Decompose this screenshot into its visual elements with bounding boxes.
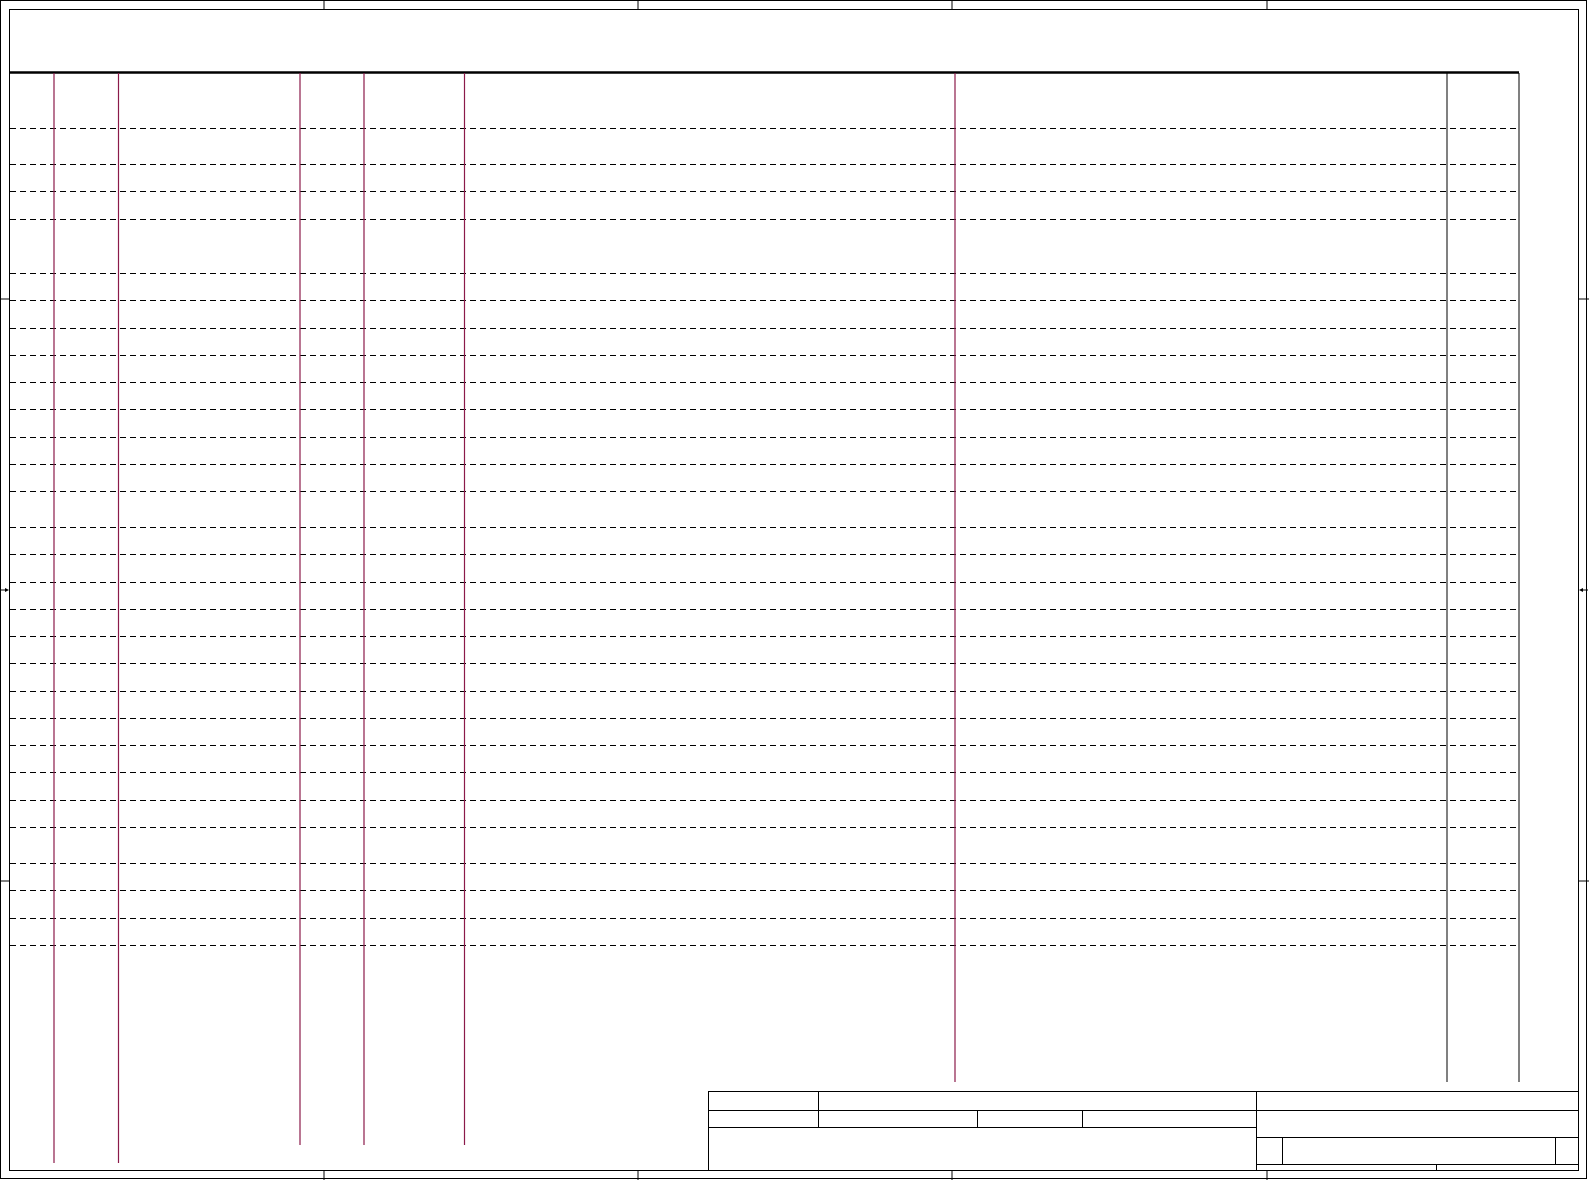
sheet-outer-border — [0, 0, 1587, 1179]
drawing-sheet — [0, 0, 1589, 1180]
drawing-frame — [9, 9, 1579, 1171]
zone-ticks — [0, 0, 1589, 1180]
table-row-separators — [10, 128, 1519, 946]
title-block — [708, 1091, 1579, 1171]
arrow-right-icon — [1, 588, 9, 592]
title-block-frame — [708, 1091, 1579, 1171]
table-columns — [53, 73, 1520, 1163]
